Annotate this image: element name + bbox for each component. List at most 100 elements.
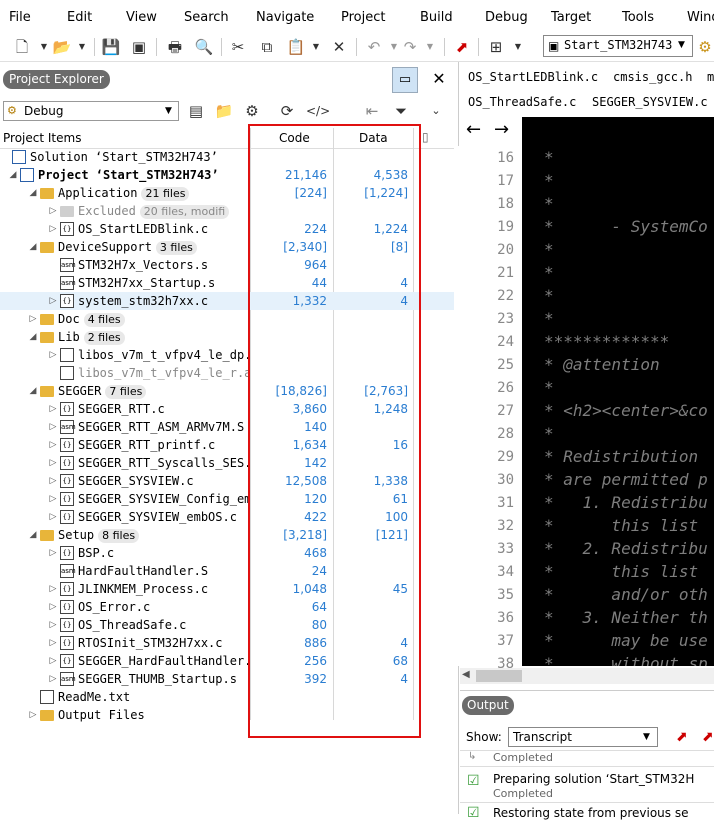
editor-tab[interactable]: OS_StartLEDBlink.c bbox=[468, 70, 598, 84]
menu-navigate[interactable]: Navigate bbox=[256, 10, 314, 25]
cursor-toggle-icon[interactable]: ⬈ bbox=[702, 729, 714, 745]
print-preview-icon[interactable]: 🔍 bbox=[194, 37, 214, 57]
collapsed-arrow-icon[interactable]: ▷ bbox=[48, 436, 58, 454]
column-project-items[interactable]: Project Items bbox=[3, 131, 81, 145]
expanded-arrow-icon[interactable]: ◢ bbox=[28, 328, 38, 346]
new-folder-icon[interactable]: 📁 bbox=[214, 101, 234, 121]
save-icon[interactable]: 💾 bbox=[101, 37, 121, 57]
expanded-arrow-icon[interactable]: ◢ bbox=[28, 238, 38, 256]
chevron-down-icon[interactable]: ⌄ bbox=[426, 101, 446, 121]
close-pane-icon[interactable]: ✕ bbox=[430, 70, 448, 88]
menu-view[interactable]: View bbox=[126, 10, 157, 25]
collapsed-arrow-icon[interactable]: ▷ bbox=[48, 670, 58, 688]
c-file-icon: {} bbox=[60, 294, 74, 308]
collapsed-arrow-icon[interactable]: ▷ bbox=[48, 418, 58, 436]
save-all-icon[interactable]: ▣ bbox=[129, 37, 149, 57]
code-view-icon[interactable]: </> bbox=[306, 101, 330, 121]
redo-icon[interactable]: ↷ bbox=[400, 37, 420, 57]
active-project-select[interactable]: ▣ Start_STM32H743 ▼ bbox=[543, 35, 693, 57]
delete-icon[interactable]: ✕ bbox=[329, 37, 349, 57]
expanded-arrow-icon[interactable]: ◢ bbox=[8, 166, 18, 184]
collapsed-arrow-icon[interactable]: ▷ bbox=[48, 454, 58, 472]
menu-bar: File Edit View Search Navigate Project B… bbox=[0, 0, 714, 33]
menu-build[interactable]: Build bbox=[420, 10, 453, 25]
window-layout-icon[interactable]: ⊞ bbox=[486, 37, 506, 57]
editor-tab[interactable]: cmsis_gcc.h bbox=[613, 70, 692, 84]
menu-tools[interactable]: Tools bbox=[622, 10, 654, 25]
print-icon[interactable]: 🖶 bbox=[165, 37, 185, 57]
collapsed-arrow-icon[interactable]: ▷ bbox=[48, 400, 58, 418]
project-explorer-tab[interactable]: Project Explorer bbox=[3, 70, 110, 89]
collapsed-arrow-icon[interactable]: ▷ bbox=[48, 490, 58, 508]
collapsed-arrow-icon[interactable]: ▷ bbox=[48, 220, 58, 238]
expanded-arrow-icon[interactable]: ◢ bbox=[28, 184, 38, 202]
tree-item-label: STM32H7x_Vectors.s bbox=[78, 256, 208, 274]
menu-debug[interactable]: Debug bbox=[485, 10, 528, 25]
editor-tab[interactable]: m bbox=[707, 70, 714, 84]
sync-icon[interactable]: ⇤ bbox=[362, 101, 382, 121]
line-number: 32 bbox=[497, 518, 514, 534]
collapsed-arrow-icon[interactable]: ▷ bbox=[48, 202, 58, 220]
copy-icon[interactable]: ⧉ bbox=[257, 37, 277, 57]
tree-item-name: OS_Error.c bbox=[78, 600, 151, 614]
collapsed-arrow-icon[interactable]: ▷ bbox=[48, 346, 58, 364]
undo-icon[interactable]: ↶ bbox=[364, 37, 384, 57]
expanded-arrow-icon[interactable]: ◢ bbox=[28, 382, 38, 400]
collapsed-arrow-icon[interactable]: ▷ bbox=[48, 598, 58, 616]
collapsed-arrow-icon[interactable]: ▷ bbox=[48, 652, 58, 670]
cursor-toggle-icon[interactable]: ⬈ bbox=[452, 37, 472, 57]
horizontal-scrollbar[interactable]: ◀ bbox=[460, 668, 714, 684]
open-folder-icon[interactable]: 📂 bbox=[52, 37, 72, 57]
output-entry-title[interactable]: Restoring state from previous se bbox=[493, 806, 689, 820]
line-number: 27 bbox=[497, 403, 514, 419]
build-config-select[interactable]: ⚙ Debug ▼ bbox=[3, 101, 179, 121]
folder-icon bbox=[40, 710, 54, 721]
menu-target[interactable]: Target bbox=[551, 10, 591, 25]
scrollbar-thumb[interactable] bbox=[476, 670, 522, 682]
maximize-pane-icon[interactable]: ▭ bbox=[392, 67, 418, 93]
output-tab[interactable]: Output bbox=[462, 696, 514, 715]
refresh-icon[interactable]: ⟳ bbox=[277, 101, 297, 121]
editor-tab[interactable]: OS_ThreadSafe.c bbox=[468, 95, 576, 109]
back-arrow-icon[interactable]: ← bbox=[466, 119, 481, 140]
filter-icon[interactable]: ⏷ bbox=[391, 101, 411, 121]
settings-icon[interactable]: ⚙ bbox=[242, 101, 262, 121]
properties-icon[interactable]: ▤ bbox=[186, 101, 206, 121]
collapsed-arrow-icon[interactable]: ▷ bbox=[28, 310, 38, 328]
collapsed-arrow-icon[interactable]: ▷ bbox=[48, 580, 58, 598]
expanded-arrow-icon[interactable]: ◢ bbox=[28, 526, 38, 544]
collapsed-arrow-icon[interactable]: ▷ bbox=[48, 616, 58, 634]
code-editor[interactable]: * * * * - SystemCo * * * * ************* * @atten… bbox=[522, 146, 714, 666]
collapsed-arrow-icon[interactable]: ▷ bbox=[48, 544, 58, 562]
editor-tab[interactable]: SEGGER_SYSVIEW.c bbox=[592, 95, 708, 109]
collapsed-arrow-icon[interactable]: ▷ bbox=[48, 634, 58, 652]
divider bbox=[460, 802, 714, 803]
column-chooser-icon[interactable]: ▯ bbox=[422, 130, 429, 144]
scroll-left-icon[interactable]: ◀ bbox=[462, 669, 470, 680]
collapsed-arrow-icon[interactable]: ▷ bbox=[48, 508, 58, 526]
tree-item-name: HardFaultHandler.S bbox=[78, 564, 209, 578]
cursor-toggle-icon[interactable]: ⬈ bbox=[676, 729, 688, 745]
collapsed-arrow-icon[interactable]: ▷ bbox=[28, 706, 38, 724]
dropdown-arrow-icon[interactable]: ▼ bbox=[306, 37, 326, 57]
menu-project[interactable]: Project bbox=[341, 10, 385, 25]
menu-search[interactable]: Search bbox=[184, 10, 229, 25]
dropdown-arrow-icon[interactable]: ▼ bbox=[34, 37, 54, 57]
forward-arrow-icon[interactable]: → bbox=[494, 119, 509, 140]
collapsed-arrow-icon[interactable]: ▷ bbox=[48, 292, 58, 310]
dropdown-arrow-icon[interactable]: ▼ bbox=[420, 37, 440, 57]
build-icon[interactable]: ⚙ bbox=[695, 37, 714, 57]
menu-window[interactable]: Wind bbox=[687, 10, 714, 25]
dropdown-arrow-icon[interactable]: ▼ bbox=[508, 37, 528, 57]
menu-edit[interactable]: Edit bbox=[67, 10, 92, 25]
output-show-select[interactable]: Transcript ▼ bbox=[508, 727, 658, 747]
new-file-icon[interactable]: 🗋 bbox=[12, 37, 32, 57]
dropdown-arrow-icon[interactable]: ▼ bbox=[72, 37, 92, 57]
collapsed-arrow-icon[interactable]: ▷ bbox=[48, 472, 58, 490]
output-entry-title[interactable]: Preparing solution ‘Start_STM32H bbox=[493, 772, 694, 786]
menu-file[interactable]: File bbox=[9, 10, 31, 25]
cut-icon[interactable]: ✂ bbox=[228, 37, 248, 57]
c-file-icon: {} bbox=[60, 474, 74, 488]
line-number: 20 bbox=[497, 242, 514, 258]
paste-icon[interactable]: 📋 bbox=[286, 37, 306, 57]
